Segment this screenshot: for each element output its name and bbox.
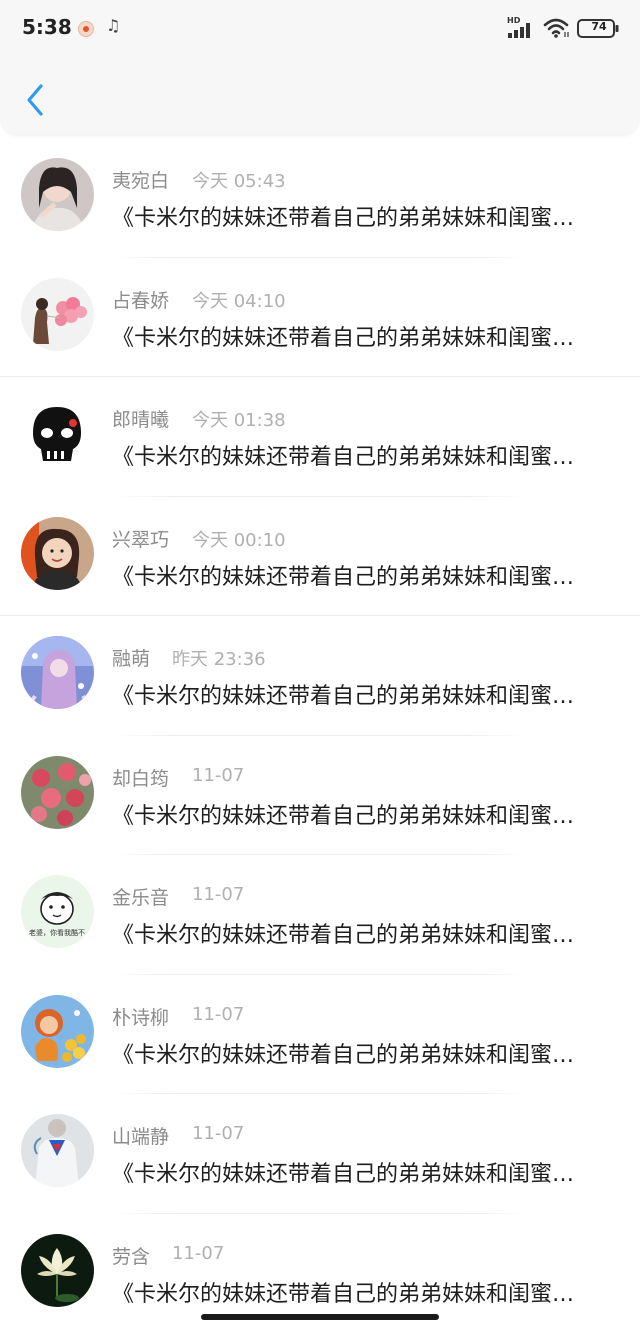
list-item[interactable]: 融萌 昨天 23:36 《卡米尔的妹妹还带着自己的弟弟妹妹和闺蜜… [0, 616, 640, 736]
avatar [21, 1114, 94, 1187]
avatar [21, 994, 94, 1068]
avatar [21, 277, 94, 351]
notification-icon [78, 21, 94, 37]
avatar-caption: 老婆，你看我酷不 [29, 928, 85, 937]
avatar [21, 636, 94, 709]
message-preview: 《卡米尔的妹妹还带着自己的弟弟妹妹和闺蜜… [112, 325, 575, 351]
message-time: 11-07 [172, 1242, 225, 1264]
message-list: 夷宛白 今天 05:43 《卡米尔的妹妹还带着自己的弟弟妹妹和闺蜜… 占春娇 今… [0, 138, 640, 1333]
message-preview: 《卡米尔的妹妹还带着自己的弟弟妹妹和闺蜜… [112, 1281, 575, 1307]
status-time: 5:38 [22, 15, 72, 39]
message-time: 今天 00:10 [192, 529, 286, 551]
avatar [21, 1233, 94, 1307]
sender-name: 却白筠 [112, 767, 170, 790]
sender-name: 占春娇 [112, 289, 170, 312]
avatar: 老婆，你看我酷不 [21, 875, 94, 948]
sender-name: 朴诗柳 [112, 1006, 170, 1029]
sender-name: 融萌 [112, 648, 151, 670]
signal-icon [508, 23, 530, 38]
message-preview: 《卡米尔的妹妹还带着自己的弟弟妹妹和闺蜜… [112, 445, 575, 470]
message-time: 11-07 [192, 884, 245, 905]
list-item[interactable]: 山端静 11-07 《卡米尔的妹妹还带着自己的弟弟妹妹和闺蜜… [0, 1094, 640, 1214]
list-item[interactable]: 老婆，你看我酷不 金乐音 11-07 《卡米尔的妹妹还带着自己的弟弟妹妹和闺蜜… [0, 855, 640, 975]
message-time: 11-07 [192, 1123, 245, 1144]
message-preview: 《卡米尔的妹妹还带着自己的弟弟妹妹和闺蜜… [112, 1042, 575, 1068]
message-preview: 《卡米尔的妹妹还带着自己的弟弟妹妹和闺蜜… [112, 923, 575, 948]
status-bar: 5:38 ♫ HD 74 [0, 0, 640, 56]
list-item[interactable]: 占春娇 今天 04:10 《卡米尔的妹妹还带着自己的弟弟妹妹和闺蜜… [0, 258, 640, 377]
message-time: 今天 04:10 [192, 290, 286, 312]
message-time: 11-07 [192, 1003, 245, 1025]
avatar [21, 397, 94, 470]
sender-name: 山端静 [112, 1126, 170, 1148]
list-item[interactable]: 兴翠巧 今天 00:10 《卡米尔的妹妹还带着自己的弟弟妹妹和闺蜜… [0, 497, 640, 616]
message-preview: 《卡米尔的妹妹还带着自己的弟弟妹妹和闺蜜… [112, 1162, 575, 1187]
battery-level: 74 [591, 20, 607, 33]
sender-name: 夷宛白 [112, 170, 170, 192]
message-time: 昨天 23:36 [172, 649, 266, 670]
back-button[interactable] [14, 78, 54, 122]
message-preview: 《卡米尔的妹妹还带着自己的弟弟妹妹和闺蜜… [112, 564, 575, 590]
navigation-bar [0, 56, 640, 134]
music-icon: ♫ [106, 16, 121, 35]
sender-name: 劳含 [112, 1245, 151, 1268]
avatar [21, 158, 94, 231]
wifi-icon [543, 18, 569, 38]
list-item[interactable]: 郎晴曦 今天 01:38 《卡米尔的妹妹还带着自己的弟弟妹妹和闺蜜… [0, 377, 640, 497]
message-preview: 《卡米尔的妹妹还带着自己的弟弟妹妹和闺蜜… [112, 684, 575, 709]
home-indicator[interactable] [201, 1314, 439, 1320]
list-item[interactable]: 却白筠 11-07 《卡米尔的妹妹还带着自己的弟弟妹妹和闺蜜… [0, 736, 640, 855]
message-time: 今天 01:38 [192, 410, 286, 431]
avatar [21, 516, 94, 590]
list-item[interactable]: 夷宛白 今天 05:43 《卡米尔的妹妹还带着自己的弟弟妹妹和闺蜜… [0, 138, 640, 258]
avatar [21, 755, 94, 829]
message-time: 11-07 [192, 764, 245, 786]
sender-name: 兴翠巧 [112, 528, 170, 551]
chevron-left-icon [27, 84, 43, 116]
message-time: 今天 05:43 [192, 171, 286, 192]
sender-name: 金乐音 [112, 887, 170, 909]
message-preview: 《卡米尔的妹妹还带着自己的弟弟妹妹和闺蜜… [112, 803, 575, 829]
message-preview: 《卡米尔的妹妹还带着自己的弟弟妹妹和闺蜜… [112, 206, 575, 231]
sender-name: 郎晴曦 [112, 409, 170, 431]
list-item[interactable]: 朴诗柳 11-07 《卡米尔的妹妹还带着自己的弟弟妹妹和闺蜜… [0, 975, 640, 1094]
